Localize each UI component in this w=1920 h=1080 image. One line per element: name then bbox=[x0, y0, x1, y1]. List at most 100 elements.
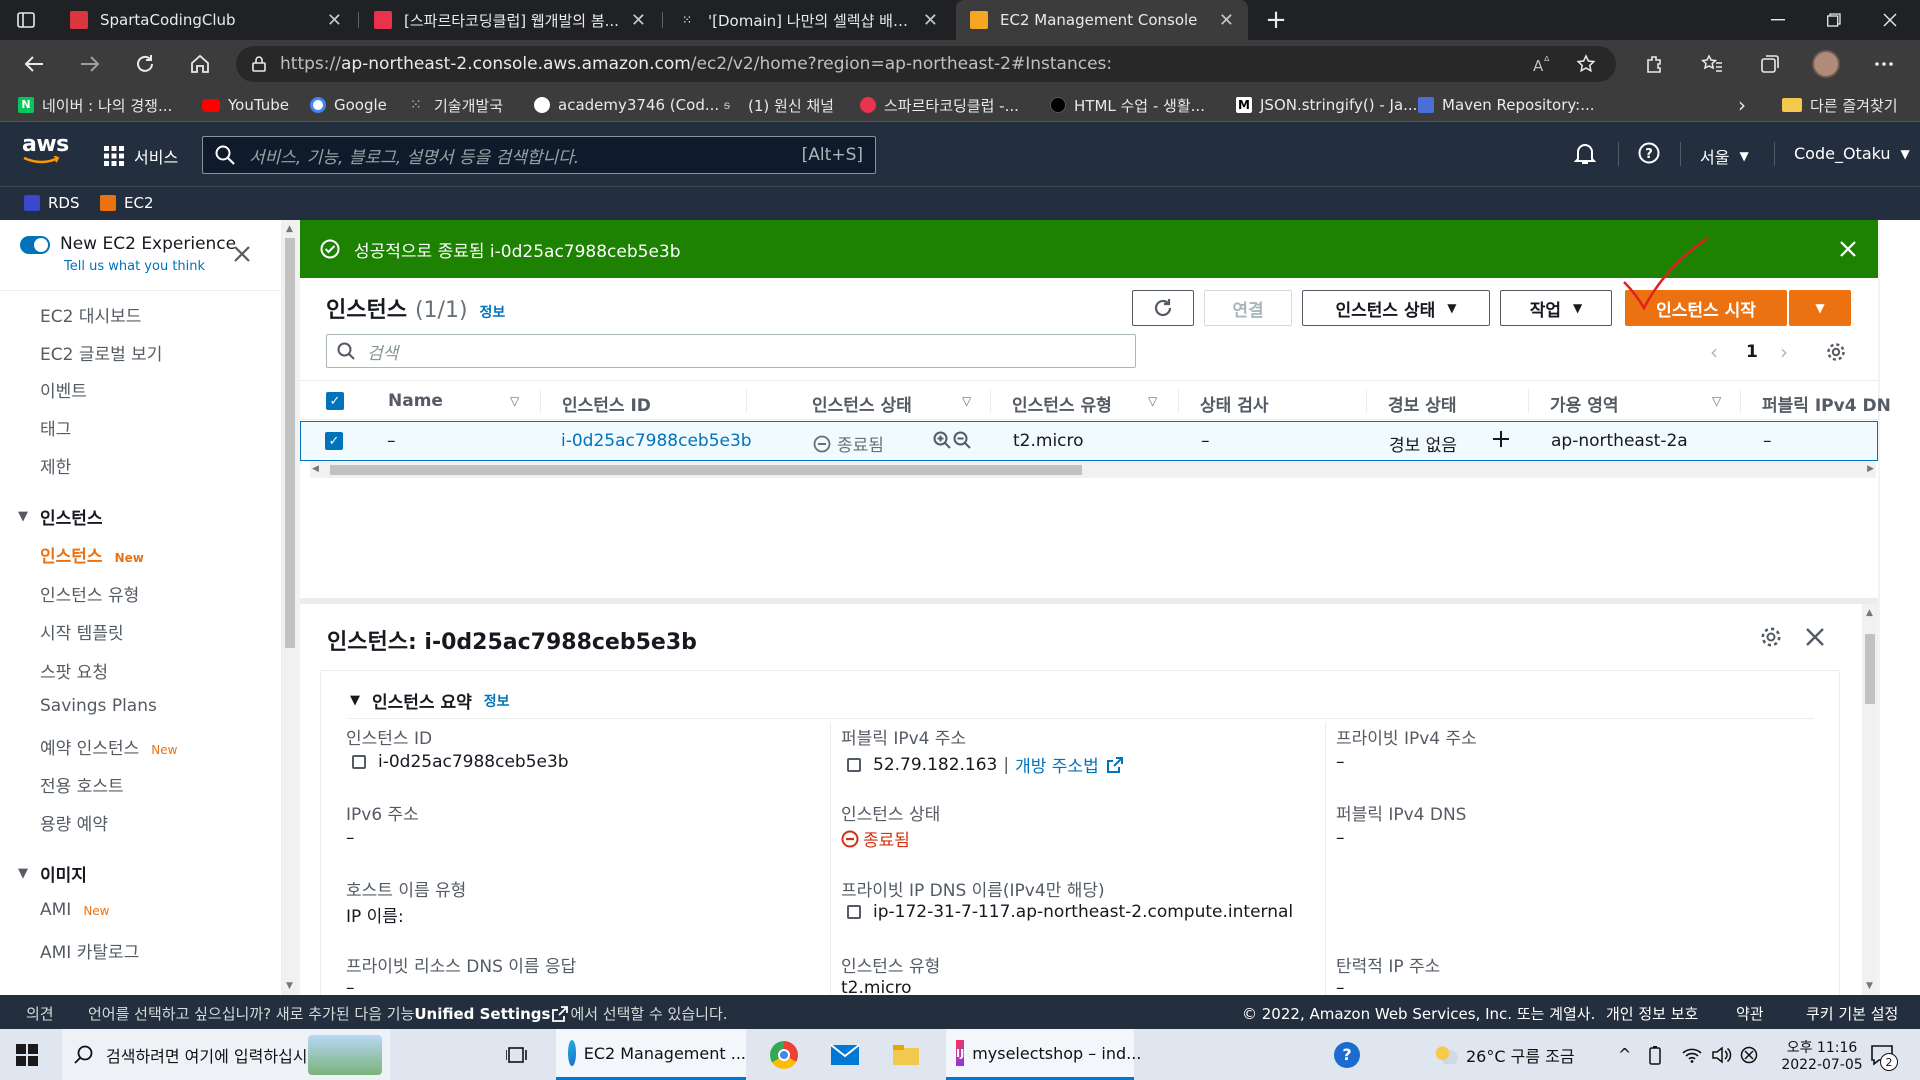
url-field[interactable]: https://ap-northeast-2.console.aws.amazo… bbox=[236, 46, 1616, 82]
collections-icon[interactable] bbox=[1750, 40, 1790, 88]
bookmark-google[interactable]: Google bbox=[310, 88, 387, 122]
back-icon[interactable] bbox=[14, 40, 54, 88]
more-menu-icon[interactable] bbox=[1864, 40, 1904, 88]
table-horizontal-scrollbar[interactable]: ◀ ▶ bbox=[310, 462, 1876, 478]
services-menu[interactable]: 서비스 bbox=[104, 144, 178, 168]
col-instance-id[interactable]: 인스턴스 ID bbox=[562, 391, 651, 416]
sidebar-item-events[interactable]: 이벤트 bbox=[40, 377, 87, 402]
notifications-bell-icon[interactable] bbox=[1574, 142, 1596, 166]
privacy-link[interactable]: 개인 정보 보호 bbox=[1606, 1003, 1698, 1024]
col-status-check[interactable]: 상태 검사 bbox=[1200, 391, 1268, 416]
taskbar-app-intellij[interactable]: IJ myselectshop – ind... bbox=[946, 1029, 1141, 1080]
add-alarm-icon[interactable] bbox=[1491, 429, 1511, 449]
bookmark-sparta[interactable]: 스파르타코딩클럽 -... bbox=[860, 88, 1019, 122]
sidebar-item-ami-catalog[interactable]: AMI 카탈로그 bbox=[40, 938, 139, 963]
sidebar-section-images[interactable]: ▼ 이미지 bbox=[18, 861, 87, 886]
sidebar-item-dashboard[interactable]: EC2 대시보드 bbox=[40, 302, 141, 327]
tab-sparta-course[interactable]: [스파르타코딩클럽] 웹개발의 봄... ✕ bbox=[360, 0, 660, 40]
zoom-in-icon[interactable] bbox=[933, 431, 951, 449]
sidebar-scrollbar[interactable]: ▲ ▼ bbox=[282, 220, 298, 995]
tab-ec2-console[interactable]: EC2 Management Console ✕ bbox=[956, 0, 1248, 40]
taskbar-app-edge[interactable]: EC2 Management ... bbox=[556, 1029, 746, 1080]
bookmark-genshin[interactable]: ᵴ (1) 원신 채널 bbox=[724, 88, 834, 122]
sidebar-item-limits[interactable]: 제한 bbox=[40, 453, 71, 478]
help-icon[interactable]: ? bbox=[1638, 142, 1660, 164]
task-view-icon[interactable] bbox=[506, 1029, 528, 1080]
row-instance-id-link[interactable]: i-0d25ac7988ceb5e3b bbox=[561, 431, 752, 451]
next-page-icon[interactable]: › bbox=[1780, 340, 1788, 364]
bookmark-html[interactable]: HTML 수업 - 생활... bbox=[1050, 88, 1205, 122]
col-instance-type[interactable]: 인스턴스 유형 bbox=[1012, 391, 1112, 416]
open-address-link[interactable]: 개방 주소법 bbox=[1015, 752, 1099, 777]
minimize-icon[interactable] bbox=[1750, 0, 1806, 40]
tab-close-icon[interactable]: ✕ bbox=[327, 10, 342, 31]
start-windows-icon[interactable] bbox=[16, 1029, 38, 1080]
new-tab-button[interactable]: + bbox=[1252, 0, 1300, 40]
detail-scrollbar[interactable]: ▲ ▼ bbox=[1862, 604, 1878, 995]
region-selector[interactable]: 서울 ▼ bbox=[1700, 144, 1749, 168]
new-experience-toggle[interactable] bbox=[20, 236, 50, 254]
sidebar-item-reserved-instances[interactable]: 예약 인스턴스 New bbox=[40, 734, 177, 759]
system-clock[interactable]: 오후 11:16 2022-07-05 bbox=[1776, 1029, 1868, 1080]
feedback-link[interactable]: Tell us what you think bbox=[64, 259, 205, 274]
tab-close-icon[interactable]: ✕ bbox=[631, 10, 646, 31]
detail-settings-gear-icon[interactable] bbox=[1760, 626, 1782, 648]
bookmark-other-folder[interactable]: 다른 즐겨찾기 bbox=[1782, 88, 1898, 122]
sidebar-item-instances[interactable]: 인스턴스 New bbox=[40, 542, 144, 567]
favorite-ec2[interactable]: EC2 bbox=[100, 194, 154, 212]
bookmark-naver[interactable]: N 네이버 : 나의 경쟁... bbox=[18, 88, 172, 122]
info-link[interactable]: 정보 bbox=[484, 691, 510, 711]
col-availability-zone[interactable]: 가용 영역 bbox=[1550, 391, 1618, 416]
close-detail-icon[interactable] bbox=[1806, 628, 1824, 646]
home-icon[interactable] bbox=[180, 40, 220, 88]
bookmark-maven[interactable]: Maven Repository:... bbox=[1418, 88, 1595, 122]
tab-sparta[interactable]: SpartaCodingClub ✕ bbox=[56, 0, 356, 40]
wifi-icon[interactable] bbox=[1682, 1029, 1702, 1080]
taskbar-search-input[interactable]: 검색하려면 여기에 입력하십시 bbox=[62, 1029, 390, 1080]
tab-close-icon[interactable]: ✕ bbox=[1219, 10, 1234, 31]
profile-avatar[interactable] bbox=[1806, 40, 1846, 88]
tab-domain-post[interactable]: ⁙ '[Domain] 나만의 셀렉샵 배포하... ✕ bbox=[664, 0, 952, 40]
row-checkbox[interactable]: ✓ bbox=[325, 432, 343, 450]
notification-center-icon[interactable]: 2 bbox=[1870, 1029, 1898, 1080]
table-row[interactable]: ✓ – i-0d25ac7988ceb5e3b 종료됨 t2.micro – 경… bbox=[300, 421, 1878, 461]
bookmark-json[interactable]: M JSON.stringify() - Ja... bbox=[1236, 88, 1417, 122]
close-sidebar-icon[interactable] bbox=[234, 246, 250, 262]
sidebar-item-global-view[interactable]: EC2 글로벌 보기 bbox=[40, 340, 162, 365]
forward-icon[interactable] bbox=[70, 40, 110, 88]
restore-icon[interactable] bbox=[1806, 0, 1862, 40]
feedback-link[interactable]: 의견 bbox=[26, 1003, 54, 1024]
bookmark-github[interactable]: academy3746 (Cod... bbox=[534, 88, 719, 122]
copy-icon[interactable] bbox=[352, 755, 366, 769]
sidebar-item-launch-templates[interactable]: 시작 템플릿 bbox=[40, 619, 124, 644]
bookmark-youtube[interactable]: YouTube bbox=[202, 88, 289, 122]
mail-icon[interactable] bbox=[830, 1029, 860, 1080]
info-link[interactable]: 정보 bbox=[480, 302, 506, 322]
account-menu[interactable]: Code_Otaku ▼ bbox=[1794, 144, 1910, 163]
terms-link[interactable]: 약관 bbox=[1736, 1003, 1764, 1024]
unified-settings-link[interactable]: Unified Settings bbox=[414, 1005, 550, 1023]
connect-button[interactable]: 연결 bbox=[1204, 290, 1292, 326]
file-explorer-icon[interactable] bbox=[892, 1029, 920, 1080]
copy-icon[interactable] bbox=[847, 905, 861, 919]
extensions-icon[interactable] bbox=[1634, 40, 1674, 88]
read-aloud-icon[interactable]: Aᐞ bbox=[1533, 53, 1550, 75]
col-instance-state[interactable]: 인스턴스 상태 bbox=[812, 391, 912, 416]
col-alarm-status[interactable]: 경보 상태 bbox=[1388, 391, 1456, 416]
aws-logo[interactable]: aws bbox=[22, 134, 69, 174]
sidebar-item-savings-plans[interactable]: Savings Plans bbox=[40, 696, 157, 716]
sidebar-item-ami[interactable]: AMI New bbox=[40, 900, 110, 920]
dismiss-flash-icon[interactable] bbox=[1840, 241, 1856, 257]
preferences-gear-icon[interactable] bbox=[1826, 342, 1846, 362]
col-name[interactable]: Name bbox=[388, 391, 443, 411]
cookie-preferences-link[interactable]: 쿠키 기본 설정 bbox=[1806, 1003, 1898, 1024]
chevron-up-icon[interactable]: ^ bbox=[1618, 1029, 1631, 1080]
zoom-out-icon[interactable] bbox=[953, 431, 971, 449]
refresh-icon[interactable] bbox=[125, 40, 165, 88]
actions-button[interactable]: 작업 ▼ bbox=[1500, 290, 1612, 326]
volume-icon[interactable] bbox=[1712, 1029, 1732, 1080]
battery-icon[interactable] bbox=[1648, 1029, 1662, 1080]
summary-section-toggle[interactable]: ▼ 인스턴스 요약 정보 bbox=[350, 688, 510, 713]
bookmark-tech[interactable]: ⁙ 기술개발국 bbox=[410, 88, 503, 122]
page-number[interactable]: 1 bbox=[1746, 342, 1758, 362]
